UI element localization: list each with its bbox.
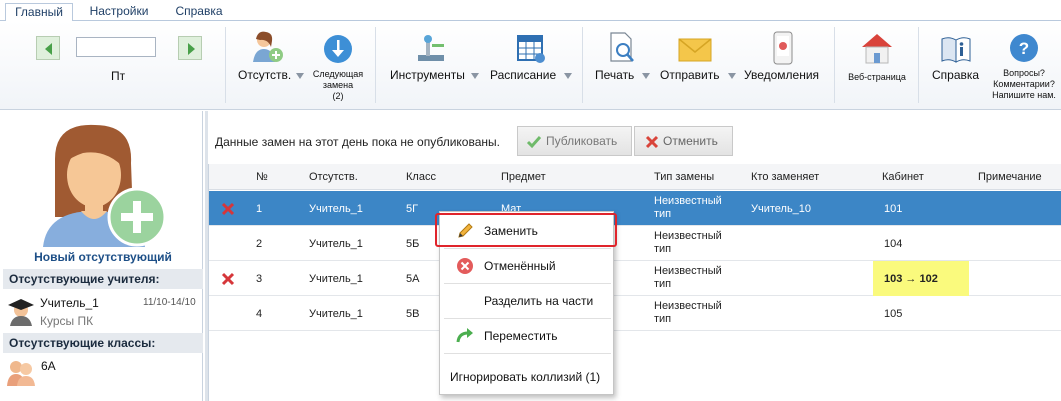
- add-absent-icon: [253, 31, 283, 62]
- table-row[interactable]: 1 Учитель_1 5Г Мат Неизвестный тип Учите…: [209, 191, 1061, 226]
- cancel-icon: [645, 135, 659, 149]
- schedule-icon: [517, 35, 545, 63]
- col-header-absent[interactable]: Отсутств.: [309, 171, 358, 183]
- dropdown-arrow[interactable]: [728, 73, 736, 79]
- schedule-button[interactable]: Расписание: [486, 21, 576, 109]
- class-icon: [7, 361, 35, 386]
- print-button[interactable]: Печать: [590, 21, 652, 109]
- dropdown-arrow[interactable]: [642, 73, 650, 79]
- teacher-dates: 11/10-14/10: [143, 297, 196, 308]
- nav-left-icon: [45, 43, 52, 55]
- table-header: № Отсутств. Класс Предмет Тип замены Кто…: [209, 164, 1061, 190]
- tab-strip: Главный Настройки Справка: [0, 0, 1061, 22]
- ribbon: Пт Отсутств. Следующая замена (2) Инстру…: [0, 21, 1061, 110]
- tab-help[interactable]: Справка: [168, 3, 230, 21]
- date-input[interactable]: [76, 37, 156, 57]
- teacher-name: Учитель_1: [40, 296, 99, 310]
- teacher-icon: [8, 299, 34, 326]
- cancel-circle-icon: [457, 258, 473, 274]
- help-icon: [941, 37, 971, 63]
- menu-item-ignore-collisions[interactable]: Игнорировать коллизий (1): [440, 360, 615, 394]
- send-icon: [678, 38, 712, 62]
- notifications-button[interactable]: Уведомления: [740, 21, 826, 109]
- menu-item-split[interactable]: Разделить на части: [440, 284, 615, 318]
- absent-teacher-item[interactable]: Учитель_1 11/10-14/10 Курсы ПК: [3, 290, 203, 332]
- absent-teachers-header: Отсутствующие учителя:: [3, 269, 203, 289]
- new-absent-avatar-icon: [43, 124, 167, 247]
- absent-classes-header: Отсутствующие классы:: [3, 333, 203, 353]
- unpublished-notice: Данные замен на этот день пока не опубли…: [215, 135, 500, 149]
- send-button[interactable]: Отправить: [656, 21, 738, 109]
- tools-button[interactable]: Инструменты: [385, 21, 483, 109]
- new-absent-label: Новый отсутствующий: [34, 250, 172, 264]
- menu-highlight-outline: [435, 213, 617, 247]
- delete-icon[interactable]: [221, 272, 235, 286]
- ribbon-separator: [375, 27, 376, 103]
- class-name: 6А: [41, 359, 56, 373]
- absent-class-item[interactable]: 6А: [3, 354, 203, 388]
- menu-item-move[interactable]: Переместить: [440, 319, 615, 353]
- publish-bar: Данные замен на этот день пока не опубли…: [208, 111, 1061, 164]
- web-page-button[interactable]: Веб-страница: [842, 21, 912, 109]
- next-sub-icon: [324, 35, 352, 63]
- table-row[interactable]: 4 Учитель_1 5В Неизвестный тип 105: [209, 296, 1061, 331]
- col-header-type[interactable]: Тип замены: [654, 171, 714, 183]
- prev-day-button[interactable]: [36, 36, 60, 60]
- web-icon: [862, 34, 892, 64]
- questions-icon: ?: [1010, 34, 1038, 62]
- svg-text:?: ?: [1019, 39, 1029, 58]
- check-icon: [526, 136, 542, 149]
- publish-button[interactable]: Публиковать: [517, 126, 632, 156]
- col-header-note[interactable]: Примечание: [978, 171, 1042, 183]
- tab-main[interactable]: Главный: [5, 3, 73, 22]
- dropdown-arrow[interactable]: [471, 73, 479, 79]
- dropdown-arrow[interactable]: [296, 73, 304, 79]
- print-icon: [610, 32, 634, 62]
- col-header-num[interactable]: №: [256, 171, 268, 183]
- col-header-class[interactable]: Класс: [406, 171, 436, 183]
- delete-icon[interactable]: [221, 202, 235, 216]
- ribbon-separator: [582, 27, 583, 103]
- teacher-reason: Курсы ПК: [40, 314, 94, 328]
- col-header-substitute[interactable]: Кто заменяет: [751, 171, 819, 183]
- menu-item-cancelled[interactable]: Отменённый: [440, 249, 615, 283]
- next-day-button[interactable]: [178, 36, 202, 60]
- ribbon-separator: [918, 27, 919, 103]
- absent-panel: Новый отсутствующий Отсутствующие учител…: [0, 111, 203, 401]
- menu-separator: [444, 353, 611, 354]
- notify-icon: [773, 31, 793, 65]
- questions-button[interactable]: ? Вопросы? Комментарии? Напишите нам.: [990, 21, 1058, 109]
- tab-settings[interactable]: Настройки: [80, 3, 158, 21]
- move-arrow-icon: [456, 328, 473, 343]
- cancel-button[interactable]: Отменить: [634, 126, 733, 156]
- next-substitution-button[interactable]: Следующая замена (2): [306, 21, 370, 109]
- nav-right-icon: [188, 43, 195, 55]
- ribbon-separator: [225, 27, 226, 103]
- help-button[interactable]: Справка: [924, 21, 988, 109]
- dropdown-arrow[interactable]: [564, 73, 572, 79]
- col-header-room[interactable]: Кабинет: [882, 171, 924, 183]
- absent-button[interactable]: Отсутств.: [232, 21, 304, 109]
- new-absent-button[interactable]: Новый отсутствующий: [3, 111, 203, 267]
- table-row[interactable]: 2 Учитель_1 5Б Неизвестный тип 104: [209, 226, 1061, 261]
- table-row[interactable]: 3 Учитель_1 5А Неизвестный тип 103 → 102: [209, 261, 1061, 296]
- col-header-subject[interactable]: Предмет: [501, 171, 546, 183]
- tools-icon: [418, 35, 444, 61]
- substitutions-table: № Отсутств. Класс Предмет Тип замены Кто…: [208, 164, 1061, 401]
- day-label: Пт: [111, 69, 126, 83]
- ribbon-separator: [834, 27, 835, 103]
